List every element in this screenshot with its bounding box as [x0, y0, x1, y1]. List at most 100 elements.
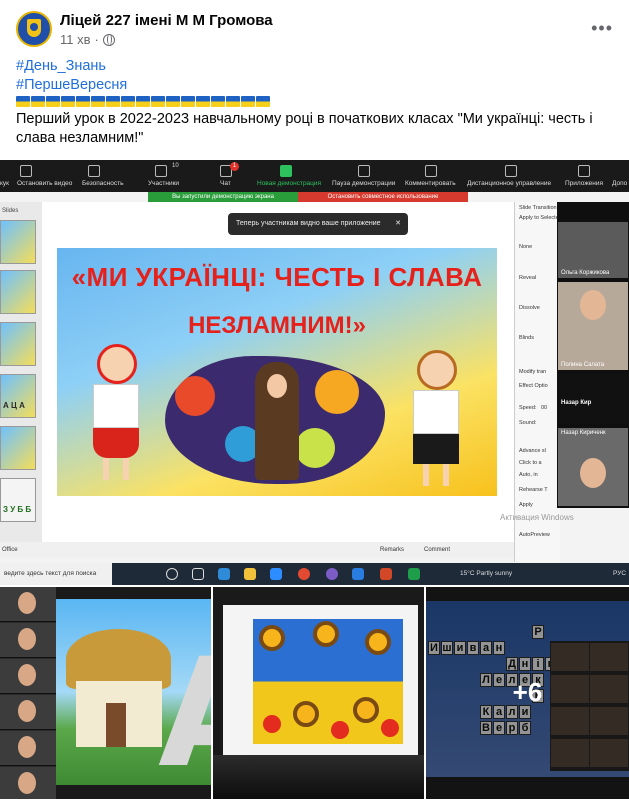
post-time[interactable]: 11 хв — [60, 32, 91, 47]
app-icon[interactable] — [408, 568, 420, 580]
slide-thumb[interactable] — [0, 220, 36, 264]
participant-tile: Ольга Коржикова — [558, 222, 628, 278]
word-icon[interactable] — [352, 568, 364, 580]
language-indicator[interactable]: РУС — [613, 570, 626, 577]
ukraine-flag-icon — [226, 96, 240, 107]
slide-title-line2: НЕЗЛАМНИМ!» — [188, 312, 366, 339]
taskbar-search[interactable]: ведите здесь текст для поиска — [0, 563, 112, 585]
viber-icon[interactable] — [326, 568, 338, 580]
zoom-item-0[interactable]: кук — [0, 180, 9, 187]
slide-thumb[interactable] — [0, 270, 36, 314]
rehearse-button[interactable]: Rehearse T — [519, 487, 548, 493]
zoom-item-participants[interactable]: Участники — [148, 180, 179, 187]
more-options-icon[interactable]: ••• — [591, 18, 613, 39]
activate-windows-watermark: Активация Windows — [500, 513, 574, 522]
slide-thumb[interactable] — [0, 426, 36, 470]
woman-figure — [255, 362, 299, 480]
ukraine-flag-icon — [166, 96, 180, 107]
effect-options[interactable]: Effect Optio — [519, 383, 548, 389]
modify-transition: Modify tran — [519, 369, 547, 375]
ukraine-flag-icon — [106, 96, 120, 107]
monitor-screen — [223, 605, 418, 755]
participant-tile: Назар Кириченк — [558, 428, 628, 506]
participant-face — [580, 290, 606, 320]
windows-taskbar: ведите здесь текст для поиска 15°C Partl… — [0, 563, 629, 585]
cortana-icon[interactable] — [166, 568, 178, 580]
panel-title: Slide Transition — [519, 205, 557, 211]
task-view-icon[interactable] — [192, 568, 204, 580]
zoom-item-pause-share[interactable]: Пауза демонстрации — [332, 180, 395, 187]
weather-widget[interactable]: 15°C Partly sunny — [460, 570, 512, 577]
ukraine-flag-icon — [16, 96, 30, 107]
autopreview-checkbox[interactable]: AutoPreview — [519, 532, 550, 538]
zoom-item-more[interactable]: Допо — [612, 180, 627, 187]
slide-thumb[interactable]: А Ц А — [0, 374, 36, 418]
sunflower-icon — [313, 621, 339, 647]
post-header: Ліцей 227 імені М М Громова 11 хв · ••• — [0, 0, 629, 55]
chrome-icon[interactable] — [298, 568, 310, 580]
zoom-item-chat[interactable]: Чат — [220, 180, 231, 187]
main-photo[interactable]: 10 1 кук Остановить видео Безопасность У… — [0, 160, 629, 585]
page-name[interactable]: Ліцей 227 імені М М Громова — [60, 12, 273, 29]
slide: «МИ УКРАЇНЦІ: ЧЕСТЬ І СЛАВА НЕЗЛАМНИМ!» — [57, 248, 497, 496]
share-status-strip: Вы запустили демонстрацию экрана Останов… — [148, 192, 468, 202]
comment-button[interactable]: Comment — [424, 547, 450, 553]
share-notice: Вы запустили демонстрацию экрана — [148, 192, 298, 202]
ukraine-flag-icon — [121, 96, 135, 107]
ukraine-flag-icon — [211, 96, 225, 107]
zoom-item-stop-video[interactable]: Остановить видео — [17, 180, 72, 187]
auto-advance-checkbox[interactable]: Auto, in — [519, 472, 538, 478]
share-toast: Теперь участникам видно ваше приложение … — [228, 213, 408, 235]
participant-tile: Назар Кир — [558, 374, 628, 424]
sunflower-icon — [259, 625, 285, 651]
poppy-icon — [381, 719, 399, 737]
zoom-item-new-share[interactable]: Новая демонстрация — [257, 180, 321, 187]
ukraine-flag-icon — [46, 96, 60, 107]
participant-tile: Полина Салата — [558, 282, 628, 370]
transition-reveal[interactable]: Reveal — [519, 275, 536, 281]
public-globe-icon[interactable] — [102, 33, 115, 46]
zoom-item-security[interactable]: Безопасность — [82, 180, 123, 187]
powerpoint-icon[interactable] — [380, 568, 392, 580]
speed-value[interactable]: 00 — [541, 405, 547, 411]
sunflower-icon — [293, 701, 319, 727]
slide-thumb[interactable]: З У Б Б — [0, 478, 36, 522]
grid-photo-3[interactable]: РИшиванДніпЛелекККалиВерб +6 — [426, 587, 629, 799]
explorer-icon[interactable] — [244, 568, 256, 580]
transition-none[interactable]: None — [519, 244, 532, 250]
pause-share-icon — [358, 165, 370, 177]
participant-name: Полина Салата — [561, 362, 605, 368]
slides-label: Slides — [2, 208, 19, 214]
hashtag-pershe-veresnya[interactable]: #ПершеВересня — [16, 76, 621, 95]
more-photos-count[interactable]: +6 — [426, 677, 629, 708]
grid-photo-1[interactable]: А — [0, 587, 211, 799]
slide-thumb[interactable] — [0, 322, 36, 366]
poppy-icon — [263, 715, 281, 733]
transition-dissolve[interactable]: Dissolve — [519, 305, 540, 311]
thatched-roof — [66, 629, 171, 689]
ukraine-flag-icon — [91, 96, 105, 107]
participant-video — [0, 623, 56, 658]
remarks-button[interactable]: Remarks — [380, 547, 404, 553]
zoom-icon[interactable] — [270, 568, 282, 580]
cottage-scene: А — [56, 599, 211, 789]
zoom-item-apps[interactable]: Приложения — [565, 180, 603, 187]
zoom-item-remote[interactable]: Дистанционное управление — [467, 180, 551, 187]
zoom-item-annotate[interactable]: Комментировать — [405, 180, 456, 187]
post-text: #День_Знань #ПершеВересня Перший урок в … — [16, 57, 621, 148]
stop-share-button[interactable]: Остановить совместное использование — [298, 192, 468, 202]
video-icon — [20, 165, 32, 177]
letter-a: А — [158, 639, 211, 789]
participant-video — [0, 767, 56, 799]
hashtag-den-znan[interactable]: #День_Знань — [16, 57, 621, 76]
page-avatar[interactable] — [16, 11, 52, 47]
edge-icon[interactable] — [218, 568, 230, 580]
ppt-status-bar: Office Remarks Comment — [0, 542, 514, 558]
click-advance-checkbox[interactable]: Click to a — [519, 460, 542, 466]
grid-photo-2[interactable] — [213, 587, 424, 799]
taskbar-strip — [56, 785, 211, 799]
advance-slide: Advance sl — [519, 448, 546, 454]
apply-button[interactable]: Apply — [519, 502, 533, 508]
transition-blinds[interactable]: Blinds — [519, 335, 534, 341]
close-icon[interactable]: ✕ — [395, 213, 401, 235]
